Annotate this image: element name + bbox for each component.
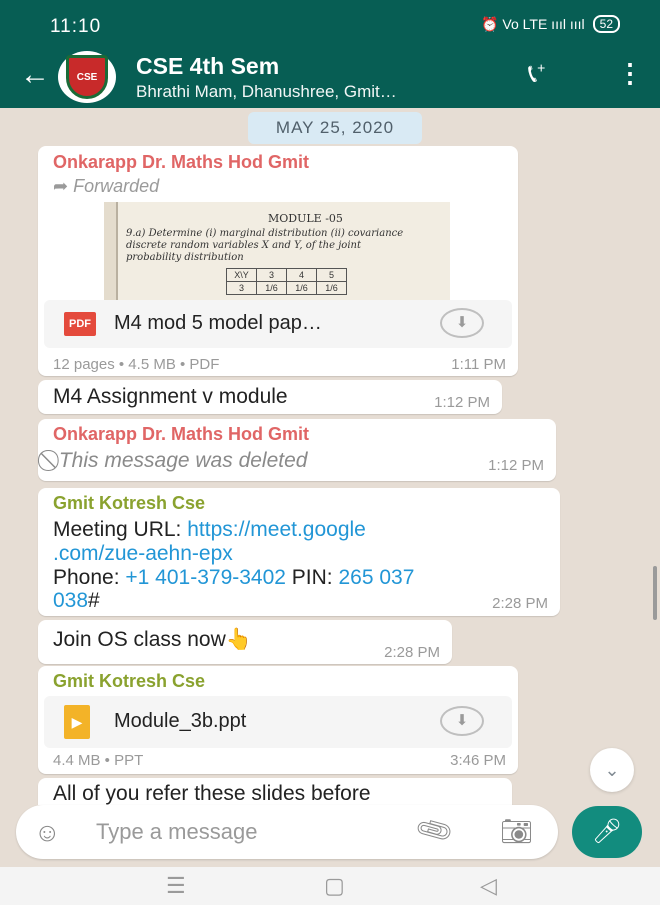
message-text: M4 Assignment v module xyxy=(53,385,288,408)
scrollbar[interactable] xyxy=(653,566,657,620)
message-bubble[interactable]: M4 Assignment v module 1:12 PM xyxy=(38,380,502,414)
pdf-icon: PDF xyxy=(64,312,96,336)
status-bar: 11:10 ⏰ Vo LTE ıııl ıııl 52 xyxy=(0,0,660,46)
preview-cell: 4 xyxy=(286,268,317,282)
preview-cell: 1/6 xyxy=(286,281,317,295)
preview-table: X\Y 3 4 5 3 1/6 1/6 1/6 xyxy=(226,268,347,295)
sender-name[interactable]: Gmit Kotresh Cse xyxy=(53,671,205,692)
more-options-icon[interactable]: ⋮ xyxy=(617,58,643,89)
attach-icon[interactable]: 📎︎ xyxy=(412,809,456,852)
message-bubble[interactable]: Gmit Kotresh Cse ▶ Module_3b.ppt ⬇ 4.4 M… xyxy=(38,666,518,774)
message-time: 1:12 PM xyxy=(434,394,490,411)
meeting-link[interactable]: https://meet.google xyxy=(187,518,366,541)
chat-participants[interactable]: Bhrathi Mam, Dhanushree, Gmit… xyxy=(136,82,397,102)
preview-line: probability distribution xyxy=(126,252,244,263)
phone-label: Phone: xyxy=(53,566,126,589)
message-input-bar: ☺ Type a message 📎︎ 📷︎ xyxy=(16,805,558,859)
chat-header: ← CSE CSE 4th Sem Bhrathi Mam, Dhanushre… xyxy=(0,46,660,108)
url-label: Meeting URL: xyxy=(53,518,188,541)
download-icon[interactable]: ⬇ xyxy=(440,706,484,736)
status-time: 11:10 xyxy=(50,16,102,37)
message-time: 1:12 PM xyxy=(488,457,544,474)
message-bubble[interactable]: Join OS class now👆 2:28 PM xyxy=(38,620,452,664)
message-time: 1:11 PM xyxy=(451,356,506,373)
message-bubble[interactable]: Gmit Kotresh Cse Meeting URL: https://me… xyxy=(38,488,560,616)
chat-title[interactable]: CSE 4th Sem xyxy=(136,53,279,80)
preview-cell: 3 xyxy=(226,281,257,295)
message-text: Join OS class now👆 xyxy=(53,628,252,652)
status-icons: ⏰ Vo LTE ıııl ıııl 52 xyxy=(481,15,620,33)
file-name: M4 mod 5 model pap… xyxy=(114,312,322,334)
add-call-icon[interactable]: 📞︎+ xyxy=(528,58,545,90)
mic-button[interactable]: 🎤︎ xyxy=(572,806,642,858)
message-time: 2:28 PM xyxy=(384,644,440,661)
message-time: 3:46 PM xyxy=(450,752,506,769)
message-input[interactable]: Type a message xyxy=(96,819,257,845)
mic-icon: 🎤︎ xyxy=(591,818,623,845)
deleted-text: This message was deleted xyxy=(58,449,308,472)
back-icon[interactable]: ◁ xyxy=(480,873,497,899)
download-icon[interactable]: ⬇ xyxy=(440,308,484,338)
cse-logo: CSE xyxy=(66,55,108,99)
message-text-content: Join OS class now xyxy=(53,628,226,651)
signal-icons: ⏰ Vo LTE ıııl ıııl xyxy=(481,15,585,32)
document-preview[interactable]: MODULE -05 9.a) Determine (i) marginal d… xyxy=(104,202,450,300)
pin-suffix: # xyxy=(88,589,100,612)
back-arrow-icon[interactable]: ← xyxy=(20,58,50,92)
preview-cell: 5 xyxy=(316,268,347,282)
phone-link[interactable]: +1 401-379-3402 xyxy=(125,566,286,589)
phone-line: Phone: +1 401-379-3402 PIN: 265 037 xyxy=(53,566,414,590)
emoji-icon[interactable]: ☺ xyxy=(34,817,61,848)
camera-icon[interactable]: 📷︎ xyxy=(500,816,533,847)
file-name: Module_3b.ppt xyxy=(114,710,247,732)
pin-link[interactable]: 265 037 xyxy=(338,566,414,589)
sender-name[interactable]: Onkarapp Dr. Maths Hod Gmit xyxy=(53,152,309,173)
chat-area[interactable]: MAY 25, 2020 Onkarapp Dr. Maths Hod Gmit… xyxy=(0,108,660,805)
file-meta: 12 pages • 4.5 MB • PDF xyxy=(53,356,220,373)
ppt-icon: ▶ xyxy=(64,705,90,739)
deleted-message: ⃠ This message was deleted xyxy=(53,449,308,473)
pin-link[interactable]: 038 xyxy=(53,589,88,612)
preview-cell: 1/6 xyxy=(256,281,287,295)
message-bubble[interactable]: Onkarapp Dr. Maths Hod Gmit ⃠ This messa… xyxy=(38,419,556,481)
home-icon[interactable]: ▢ xyxy=(324,873,345,899)
preview-line: 9.a) Determine (i) marginal distribution… xyxy=(126,228,404,239)
message-time: 2:28 PM xyxy=(492,595,548,612)
message-text: All of you refer these slides before xyxy=(53,782,371,805)
pin-label: PIN: xyxy=(285,566,339,589)
sender-name[interactable]: Gmit Kotresh Cse xyxy=(53,493,205,514)
battery-icon: 52 xyxy=(592,15,620,33)
pointing-finger-emoji: 👆 xyxy=(225,628,252,651)
preview-cell: 1/6 xyxy=(316,281,347,295)
sender-name[interactable]: Onkarapp Dr. Maths Hod Gmit xyxy=(53,424,309,445)
pin-line: 038# xyxy=(53,589,100,613)
preview-cell: X\Y xyxy=(226,268,257,282)
file-meta: 4.4 MB • PPT xyxy=(53,752,144,769)
recents-icon[interactable]: ☰ xyxy=(166,873,186,899)
message-bubble[interactable]: All of you refer these slides before xyxy=(38,778,512,805)
preview-cell: 3 xyxy=(256,268,287,282)
preview-title: MODULE -05 xyxy=(268,212,343,225)
group-avatar[interactable]: CSE xyxy=(58,51,116,103)
meeting-link[interactable]: .com/zue-aehn-epx xyxy=(53,542,233,565)
date-chip: MAY 25, 2020 xyxy=(248,112,422,144)
meeting-url-line: .com/zue-aehn-epx xyxy=(53,542,233,566)
forwarded-label: ➦ Forwarded xyxy=(53,176,159,197)
file-attachment[interactable]: ▶ Module_3b.ppt ⬇ xyxy=(44,696,512,748)
message-bubble[interactable]: Onkarapp Dr. Maths Hod Gmit ➦ Forwarded … xyxy=(38,146,518,376)
meeting-url-line: Meeting URL: https://meet.google xyxy=(53,518,366,542)
forward-arrow-icon: ➦ xyxy=(53,176,69,196)
document-page: MODULE -05 9.a) Determine (i) marginal d… xyxy=(116,202,450,300)
preview-line: discrete random variables X and Y, of th… xyxy=(126,240,361,251)
scroll-down-icon[interactable]: ⌄ xyxy=(590,748,634,792)
system-nav-bar: ☰ ▢ ◁ xyxy=(0,867,660,905)
file-attachment[interactable]: PDF M4 mod 5 model pap… ⬇ xyxy=(44,300,512,348)
forwarded-text: Forwarded xyxy=(73,176,160,196)
